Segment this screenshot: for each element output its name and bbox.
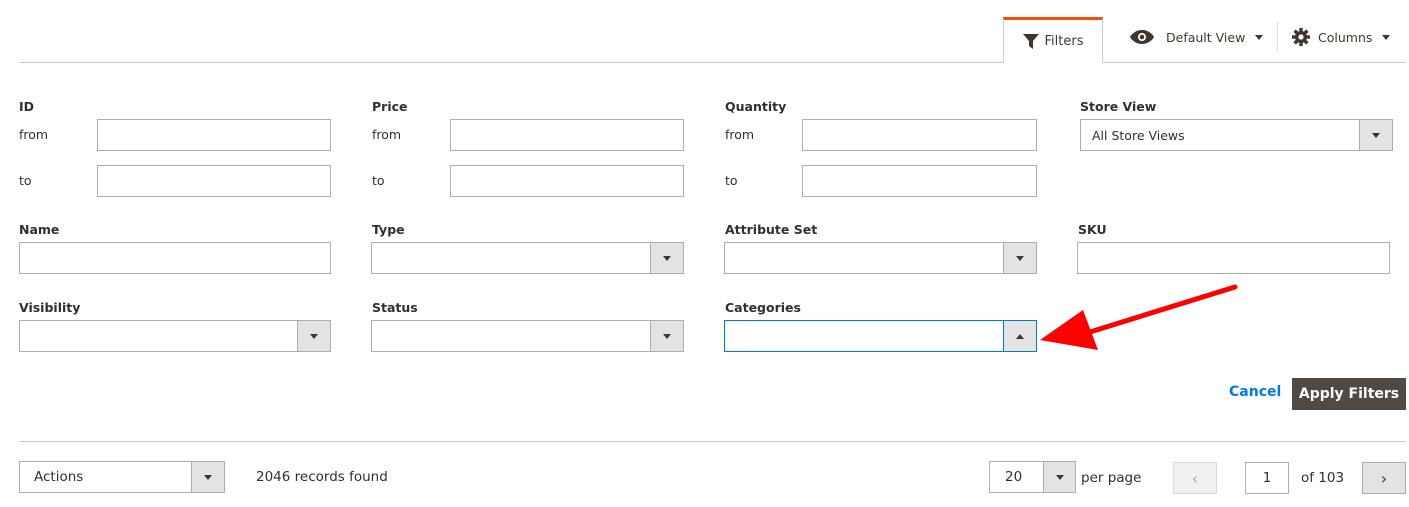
- categories-label: Categories: [725, 300, 801, 315]
- columns-button[interactable]: Columns: [1292, 22, 1391, 52]
- id-to-label: to: [19, 173, 32, 188]
- price-label: Price: [372, 99, 408, 114]
- next-page-button[interactable]: ›: [1362, 462, 1406, 494]
- type-label: Type: [372, 222, 405, 237]
- per-page-dropdown-button[interactable]: [1043, 462, 1075, 492]
- actions-value: Actions: [34, 469, 84, 485]
- per-page-label: per page: [1081, 470, 1142, 486]
- actions-dropdown-button[interactable]: [191, 462, 224, 492]
- quantity-to-label: to: [725, 173, 738, 188]
- apply-filters-button[interactable]: Apply Filters: [1292, 378, 1406, 410]
- chevron-up-icon: [1016, 333, 1024, 339]
- status-label: Status: [372, 300, 418, 315]
- id-label: ID: [19, 99, 35, 114]
- chevron-down-icon: [1255, 34, 1264, 40]
- current-page-input[interactable]: [1245, 462, 1289, 494]
- toolbar-divider: [19, 62, 1406, 63]
- chevron-down-icon: [1016, 255, 1024, 261]
- price-from-input[interactable]: [450, 119, 684, 151]
- visibility-dropdown-button[interactable]: [297, 321, 330, 351]
- chevron-down-icon: [1382, 34, 1391, 40]
- gear-icon: [1292, 28, 1310, 46]
- id-from-label: from: [19, 127, 49, 142]
- previous-page-button[interactable]: ‹: [1173, 462, 1217, 494]
- annotation-arrow-icon: [1040, 284, 1238, 350]
- chevron-down-icon: [204, 474, 212, 480]
- columns-label: Columns: [1318, 29, 1373, 45]
- chevron-down-icon: [663, 255, 671, 261]
- section-divider: [19, 441, 1406, 442]
- chevron-right-icon: ›: [1380, 468, 1388, 488]
- categories-dropdown-button[interactable]: [1003, 321, 1036, 351]
- sku-input[interactable]: [1077, 242, 1390, 274]
- filter-icon: [1022, 34, 1039, 49]
- store-view-select[interactable]: All Store Views: [1080, 119, 1393, 151]
- id-from-input[interactable]: [97, 119, 331, 151]
- chevron-left-icon: ‹: [1191, 468, 1199, 488]
- chevron-down-icon: [1055, 474, 1064, 480]
- filters-tab-label: Filters: [1044, 34, 1084, 49]
- quantity-from-input[interactable]: [802, 119, 1037, 151]
- id-to-input[interactable]: [97, 165, 331, 197]
- store-view-dropdown-button[interactable]: [1359, 120, 1392, 150]
- store-view-value: All Store Views: [1092, 127, 1185, 143]
- chevron-down-icon: [310, 333, 318, 339]
- total-pages: of 103: [1301, 470, 1345, 486]
- price-from-label: from: [372, 127, 402, 142]
- attribute-set-dropdown-button[interactable]: [1003, 243, 1036, 273]
- price-to-input[interactable]: [450, 165, 684, 197]
- records-found: 2046 records found: [256, 469, 388, 485]
- chevron-down-icon: [663, 333, 671, 339]
- chevron-down-icon: [1372, 132, 1380, 138]
- attribute-set-select[interactable]: [724, 242, 1037, 274]
- name-label: Name: [19, 222, 60, 237]
- quantity-label: Quantity: [725, 99, 787, 114]
- filters-tab[interactable]: Filters: [1003, 17, 1103, 63]
- visibility-select[interactable]: [19, 320, 331, 352]
- status-select[interactable]: [371, 320, 684, 352]
- default-view-label: Default View: [1166, 29, 1246, 45]
- default-view-button[interactable]: Default View: [1130, 22, 1264, 52]
- quantity-from-label: from: [725, 127, 755, 142]
- per-page-select[interactable]: 20: [989, 461, 1076, 493]
- actions-select[interactable]: Actions: [19, 461, 225, 493]
- type-dropdown-button[interactable]: [650, 243, 683, 273]
- price-to-label: to: [372, 173, 385, 188]
- eye-icon: [1130, 30, 1154, 44]
- per-page-value: 20: [1005, 469, 1023, 485]
- store-view-label: Store View: [1080, 99, 1157, 114]
- attribute-set-label: Attribute Set: [725, 222, 818, 237]
- quantity-to-input[interactable]: [802, 165, 1037, 197]
- categories-select[interactable]: [724, 320, 1037, 352]
- visibility-label: Visibility: [19, 300, 81, 315]
- status-dropdown-button[interactable]: [650, 321, 683, 351]
- toolbar-separator: [1277, 22, 1278, 52]
- type-select[interactable]: [371, 242, 684, 274]
- name-input[interactable]: [19, 242, 331, 274]
- cancel-button[interactable]: Cancel: [1229, 384, 1281, 400]
- sku-label: SKU: [1078, 222, 1107, 237]
